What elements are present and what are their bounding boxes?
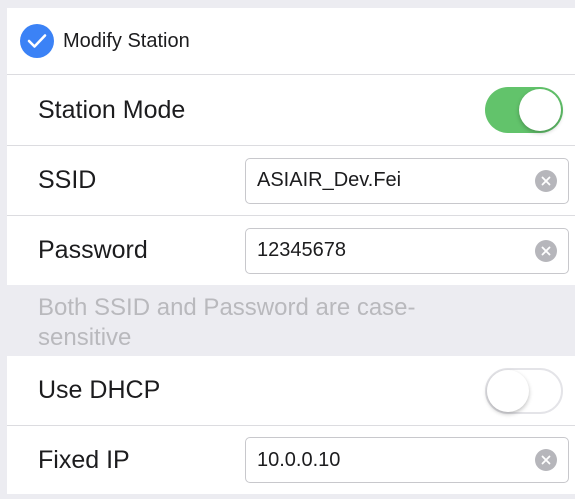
password-row: Password 12345678 (7, 216, 575, 285)
station-mode-label: Station Mode (38, 95, 186, 124)
password-label: Password (38, 236, 148, 264)
station-mode-row: Station Mode (7, 75, 575, 145)
ssid-input[interactable]: ASIAIR_Dev.Fei (245, 157, 569, 204)
case-sensitive-hint: Both SSID and Password are case-sensitiv… (38, 294, 416, 351)
modify-station-screen: Modify Station Station Mode SSID ASIAIR_… (0, 0, 575, 499)
ssid-label: SSID (38, 166, 97, 194)
modify-station-row[interactable]: Modify Station (7, 8, 575, 74)
ssid-row: SSID ASIAIR_Dev.Fei (7, 146, 575, 215)
station-mode-toggle[interactable] (485, 87, 563, 133)
fixed-ip-row: Fixed IP 10.0.0.10 (7, 426, 575, 494)
use-dhcp-row: Use DHCP (7, 356, 575, 425)
ssid-value: ASIAIR_Dev.Fei (257, 169, 402, 191)
hint-section: Both SSID and Password are case-sensitiv… (7, 285, 575, 356)
fixed-ip-value: 10.0.0.10 (257, 448, 341, 471)
password-value: 12345678 (257, 239, 346, 261)
toggle-knob (519, 89, 561, 131)
use-dhcp-label: Use DHCP (38, 376, 161, 404)
checkmark-icon[interactable] (20, 24, 54, 58)
top-spacer (7, 0, 575, 8)
toggle-knob (487, 369, 529, 412)
fixed-ip-input[interactable]: 10.0.0.10 (245, 437, 569, 483)
clear-icon[interactable] (535, 449, 557, 471)
clear-icon[interactable] (535, 169, 557, 192)
modify-station-label: Modify Station (63, 29, 190, 52)
fixed-ip-label: Fixed IP (38, 445, 130, 474)
password-input[interactable]: 12345678 (245, 227, 569, 274)
bottom-spacer (7, 494, 575, 499)
settings-panel: Modify Station Station Mode SSID ASIAIR_… (7, 0, 575, 499)
use-dhcp-toggle[interactable] (485, 367, 563, 414)
clear-icon[interactable] (535, 239, 557, 262)
